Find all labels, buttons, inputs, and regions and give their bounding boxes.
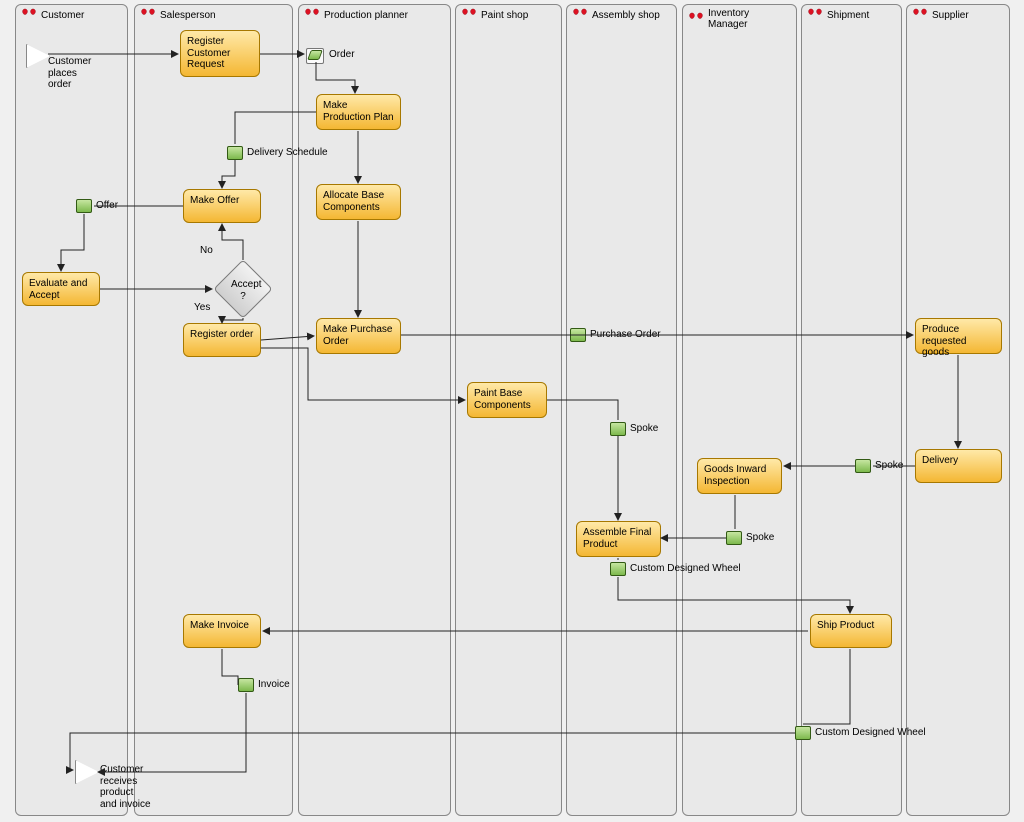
lane-title: Paint shop (481, 10, 528, 21)
role-icon (572, 8, 588, 22)
lane-head: Assembly shop (567, 5, 676, 25)
lane-title: Shipment (827, 10, 869, 21)
lane-salesperson: Salesperson (134, 4, 293, 816)
lane-head: Paint shop (456, 5, 561, 25)
box-ship-product: Ship Product (810, 614, 892, 648)
box-make-invoice: Make Invoice (183, 614, 261, 648)
box-register-order: Register order (183, 323, 261, 357)
artifact-invoice-label: Invoice (258, 679, 290, 690)
box-allocate-base-components: Allocate Base Components (316, 184, 401, 220)
box-make-production-plan: Make Production Plan (316, 94, 401, 130)
box-evaluate-and-accept: Evaluate and Accept (22, 272, 100, 306)
lane-customer: Customer (15, 4, 128, 816)
box-register-customer-request: Register Customer Request (180, 30, 260, 77)
role-icon (461, 8, 477, 22)
box-goods-inward-inspection: Goods Inward Inspection (697, 458, 782, 494)
lane-title: Assembly shop (592, 10, 660, 21)
artifact-delivery-schedule (227, 146, 243, 160)
box-paint-base-components: Paint Base Components (467, 382, 547, 418)
artifact-spoke-1 (610, 422, 626, 436)
box-make-purchase-order: Make Purchase Order (316, 318, 401, 354)
lane-title: Salesperson (160, 10, 216, 21)
artifact-custom-wheel-2-label: Custom Designed Wheel (815, 727, 926, 738)
artifact-purchase-order-label: Purchase Order (590, 329, 661, 340)
role-icon (304, 8, 320, 22)
artifact-offer-label: Offer (96, 200, 118, 211)
box-delivery: Delivery (915, 449, 1002, 483)
role-icon (688, 12, 704, 26)
role-icon (912, 8, 928, 22)
lane-head: Shipment (802, 5, 901, 25)
box-produce-requested-goods: Produce requested goods (915, 318, 1002, 354)
artifact-custom-wheel (610, 562, 626, 576)
lane-assembly-shop: Assembly shop (566, 4, 677, 816)
lane-head: Supplier (907, 5, 1009, 25)
lane-inventory-manager: Inventory Manager (682, 4, 797, 816)
lane-head: Inventory Manager (683, 5, 796, 33)
lane-title: Customer (41, 10, 84, 21)
box-make-offer: Make Offer (183, 189, 261, 223)
artifact-offer (76, 199, 92, 213)
decision-label: Accept ? (231, 279, 255, 302)
lane-head: Salesperson (135, 5, 292, 25)
artifact-spoke-3 (726, 531, 742, 545)
artifact-order-label: Order (329, 49, 355, 60)
diagram-canvas: Customer Salesperson Production planner … (0, 0, 1024, 822)
box-assemble-final-product: Assemble Final Product (576, 521, 661, 557)
role-icon (807, 8, 823, 22)
artifact-spoke-2-label: Spoke (875, 460, 903, 471)
lane-shipment: Shipment (801, 4, 902, 816)
decision-yes-label: Yes (194, 302, 210, 313)
lane-title: Production planner (324, 10, 408, 21)
artifact-custom-wheel-label: Custom Designed Wheel (630, 563, 741, 574)
end-event-label: Customer receives product and invoice (100, 764, 151, 810)
lane-title: Inventory Manager (708, 8, 791, 30)
start-event-label: Customer places order (48, 56, 91, 91)
artifact-custom-wheel-2 (795, 726, 811, 740)
artifact-purchase-order (570, 328, 586, 342)
role-icon (21, 8, 37, 22)
lane-head: Production planner (299, 5, 450, 25)
artifact-spoke-3-label: Spoke (746, 532, 774, 543)
artifact-delivery-schedule-label: Delivery Schedule (247, 147, 328, 158)
role-icon (140, 8, 156, 22)
artifact-invoice (238, 678, 254, 692)
lane-title: Supplier (932, 10, 969, 21)
lane-supplier: Supplier (906, 4, 1010, 816)
lane-head: Customer (16, 5, 127, 25)
artifact-spoke-1-label: Spoke (630, 423, 658, 434)
artifact-spoke-2 (855, 459, 871, 473)
decision-no-label: No (200, 245, 213, 256)
